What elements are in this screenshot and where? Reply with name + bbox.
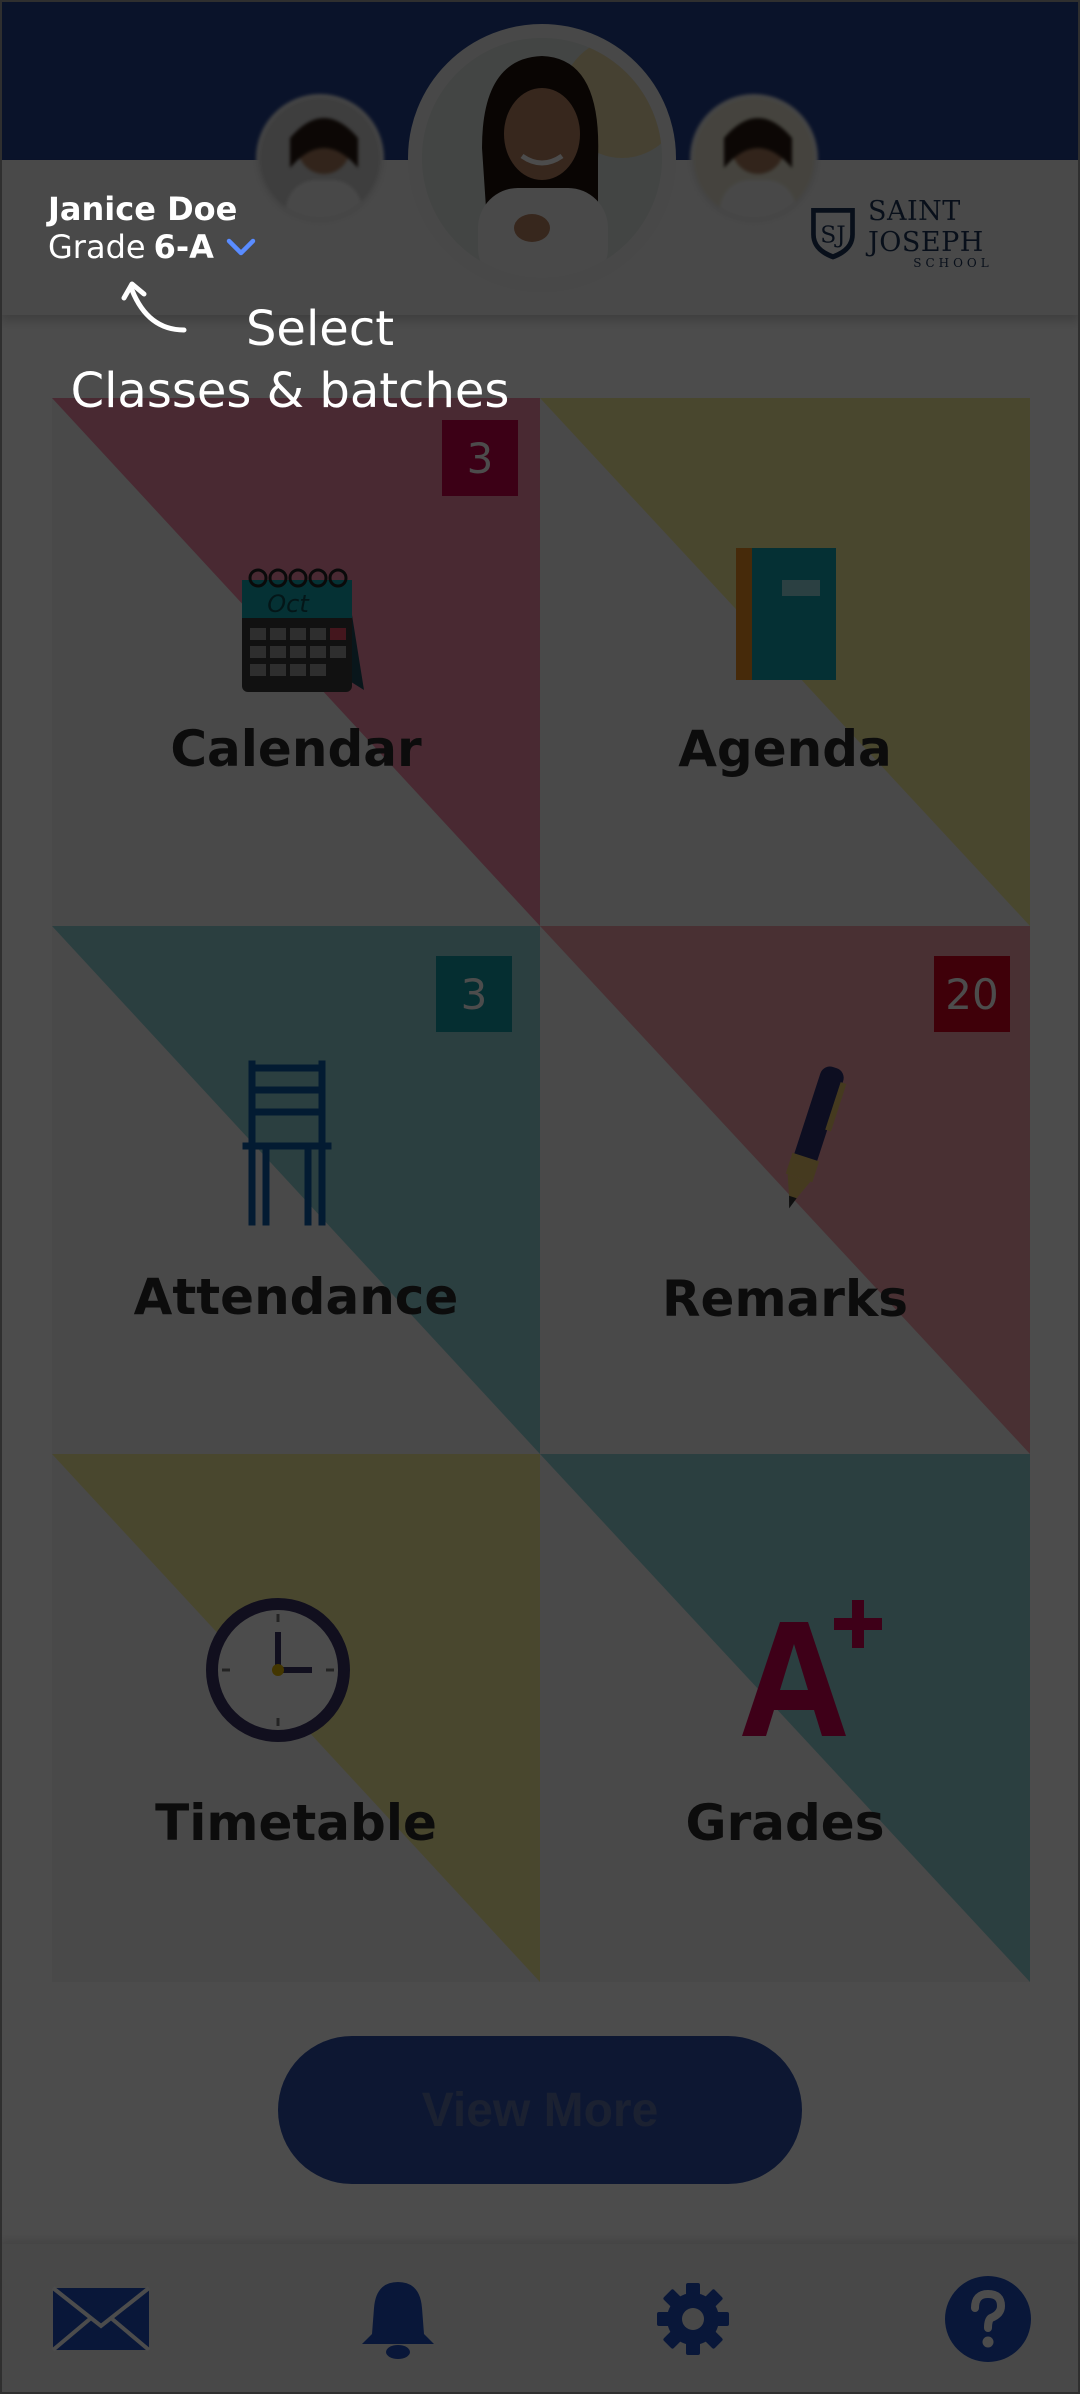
nav-help[interactable]: [940, 2244, 1036, 2394]
avatar-left[interactable]: [256, 94, 384, 222]
tile-attendance[interactable]: 3 Attendance: [52, 926, 540, 1454]
clock-icon: [206, 1598, 350, 1742]
tile-calendar[interactable]: 3 Oct Calendar: [52, 398, 540, 926]
user-name-highlight: Janice Doe: [48, 190, 238, 228]
calendar-month: Oct: [267, 590, 310, 618]
grade-value: 6-A: [153, 228, 214, 266]
pen-icon: [785, 1066, 847, 1209]
school-name: SAINT JOSEPH: [867, 196, 984, 258]
coach-hint-line2: Classes & batches: [70, 363, 510, 419]
tile-label-calendar: Calendar: [170, 720, 422, 778]
badge-remarks: 20: [934, 956, 1010, 1032]
grade-prefix: Grade: [48, 228, 146, 266]
gear-icon: [657, 2283, 729, 2355]
coach-hint: Select Classes & batches: [70, 298, 510, 422]
grade-selector-highlight[interactable]: Grade 6-A: [48, 228, 256, 266]
avatar-main[interactable]: [408, 24, 676, 292]
nav-notifications[interactable]: [350, 2244, 446, 2394]
mail-icon: [51, 2286, 151, 2352]
view-more-button[interactable]: View More: [278, 2036, 802, 2184]
grade-a-plus-icon: [742, 1600, 882, 1736]
tile-timetable[interactable]: Timetable: [52, 1454, 540, 1982]
tile-label-attendance: Attendance: [133, 1268, 459, 1326]
school-sub: SCHOOL: [913, 256, 993, 270]
coach-hint-line1: Select: [245, 301, 395, 357]
bell-icon: [362, 2282, 434, 2359]
bottom-nav: [0, 2244, 1080, 2394]
tile-label-timetable: Timetable: [155, 1794, 437, 1852]
avatar-main-image: [422, 38, 662, 278]
nav-settings[interactable]: [648, 2244, 738, 2394]
tile-grades[interactable]: Grades: [540, 1454, 1030, 1982]
tile-label-agenda: Agenda: [678, 720, 892, 778]
school-monogram: SJ: [820, 220, 845, 248]
help-icon: [945, 2276, 1031, 2362]
tile-agenda[interactable]: Agenda: [540, 398, 1030, 926]
school-logo: SJ SAINT JOSEPH SCHOOL: [808, 194, 1038, 272]
school-shield-icon: SJ: [811, 208, 855, 260]
notebook-icon: [736, 548, 836, 680]
calendar-icon: Oct: [242, 568, 364, 692]
tile-label-grades: Grades: [685, 1794, 885, 1852]
chair-icon: [242, 1060, 332, 1226]
avatar-right[interactable]: [690, 94, 818, 222]
tile-label-remarks: Remarks: [662, 1270, 908, 1328]
tile-remarks[interactable]: 20 Remarks: [540, 926, 1030, 1454]
chevron-down-icon[interactable]: [226, 237, 256, 257]
badge-attendance: 3: [436, 956, 512, 1032]
badge-calendar: 3: [442, 420, 518, 496]
nav-mail[interactable]: [46, 2244, 156, 2394]
